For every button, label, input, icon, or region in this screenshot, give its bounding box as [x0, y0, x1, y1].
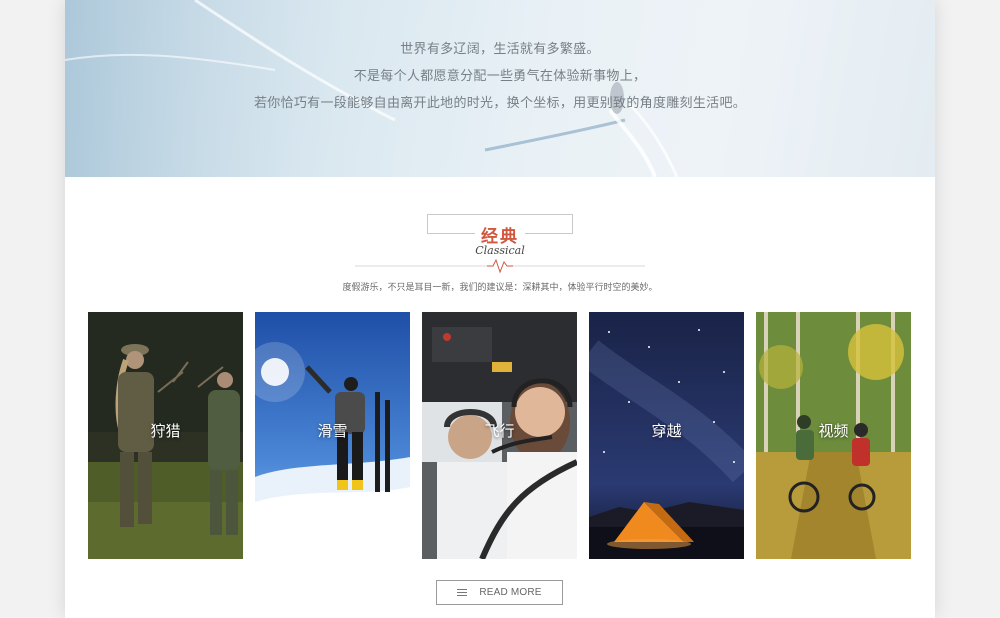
pulse-divider-icon [355, 258, 645, 274]
card-label-flying: 飞行 [484, 422, 515, 440]
card-label-hunting: 狩猎 [150, 422, 181, 440]
read-more-button[interactable]: READ MORE [436, 580, 563, 605]
card-flying[interactable]: 飞行 [422, 312, 577, 559]
hero-line-3: 若你恰巧有一段能够自由离开此地的时光，换个坐标，用更别致的角度雕刻生活吧。 [253, 96, 747, 111]
section-heading: 经典 Classical 度假游乐，不只是耳目一新，我们的建议是：深耕其中，体验… [65, 212, 935, 293]
card-hunting[interactable]: 狩猎 [88, 312, 243, 559]
card-label-skiing: 滑雪 [317, 422, 348, 440]
read-more-label: READ MORE [479, 587, 542, 598]
hero-line-2: 不是每个人都愿意分配一些勇气在体验新事物上， [353, 69, 647, 84]
card-label-video: 视频 [818, 422, 849, 440]
card-skiing[interactable]: 滑雪 [255, 312, 410, 559]
section-title-english: Classical [475, 244, 525, 257]
card-video[interactable]: 视频 [756, 312, 911, 559]
menu-lines-icon [457, 588, 468, 597]
hero-banner: 世界有多辽阔，生活就有多繁盛。 不是每个人都愿意分配一些勇气在体验新事物上， 若… [65, 0, 935, 177]
card-crossing[interactable]: 穿越 [589, 312, 744, 559]
section-subtitle: 度假游乐，不只是耳目一新，我们的建议是：深耕其中，体验平行时空的美妙。 [342, 283, 658, 293]
content-page: 世界有多辽阔，生活就有多繁盛。 不是每个人都愿意分配一些勇气在体验新事物上， 若… [65, 0, 935, 618]
hero-line-1: 世界有多辽阔，生活就有多繁盛。 [400, 42, 600, 57]
card-label-crossing: 穿越 [651, 422, 682, 440]
hero-text-block: 世界有多辽阔，生活就有多繁盛。 不是每个人都愿意分配一些勇气在体验新事物上， 若… [65, 36, 935, 117]
category-cards: 狩猎 滑雪 飞行 穿越 视频 [88, 312, 912, 560]
